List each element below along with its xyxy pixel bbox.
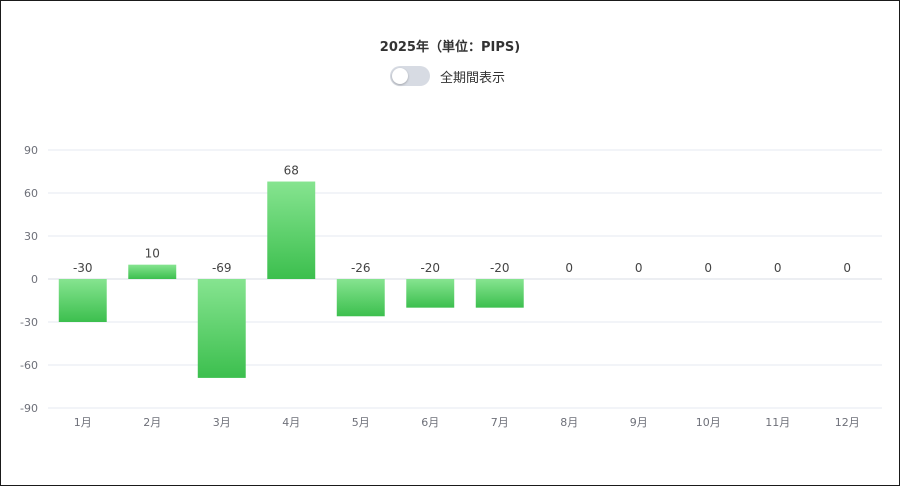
x-axis-ticks: 1月 2月 3月 4月 5月 6月 7月 8月 9月 10月 11月 12月 — [74, 416, 860, 429]
x-tick-label: 12月 — [835, 416, 860, 429]
y-tick-label: 90 — [24, 144, 38, 157]
data-label: -30 — [73, 261, 93, 275]
bar-chart: 90 60 30 0 -30 -60 -90 -30 10 -69 68 -26 -20 -20 0 0 0 0… — [20, 144, 882, 429]
y-tick-label: 60 — [24, 187, 38, 200]
x-tick-label: 5月 — [352, 416, 370, 429]
y-tick-label: 0 — [31, 273, 38, 286]
y-tick-label: -30 — [20, 316, 38, 329]
data-label: 0 — [774, 261, 782, 275]
data-label: 0 — [704, 261, 712, 275]
y-tick-label: -60 — [20, 359, 38, 372]
x-tick-label: 4月 — [282, 416, 300, 429]
data-label: 10 — [145, 247, 160, 261]
x-tick-label: 2月 — [143, 416, 161, 429]
bar-7[interactable] — [475, 279, 524, 308]
data-label: -26 — [351, 261, 371, 275]
bar-2[interactable] — [128, 264, 177, 279]
x-tick-label: 1月 — [74, 416, 92, 429]
x-tick-label: 9月 — [630, 416, 648, 429]
y-tick-label: 30 — [24, 230, 38, 243]
data-label: 0 — [565, 261, 573, 275]
data-label: -69 — [212, 261, 232, 275]
x-tick-label: 8月 — [560, 416, 578, 429]
data-label: -20 — [490, 261, 510, 275]
data-label: 68 — [284, 164, 299, 178]
bar-1[interactable] — [58, 279, 107, 322]
data-labels: -30 10 -69 68 -26 -20 -20 0 0 0 0 0 — [73, 164, 851, 275]
y-tick-label: -90 — [20, 402, 38, 415]
x-tick-label: 7月 — [491, 416, 509, 429]
data-label: 0 — [635, 261, 643, 275]
y-axis-ticks: 90 60 30 0 -30 -60 -90 — [20, 144, 38, 415]
data-label: 0 — [843, 261, 851, 275]
x-tick-label: 6月 — [421, 416, 439, 429]
x-tick-label: 11月 — [765, 416, 790, 429]
bars — [58, 181, 524, 378]
bar-5[interactable] — [336, 279, 385, 317]
bar-6[interactable] — [406, 279, 455, 308]
bar-4[interactable] — [267, 181, 316, 279]
x-tick-label: 3月 — [213, 416, 231, 429]
bar-3[interactable] — [197, 279, 246, 378]
x-tick-label: 10月 — [696, 416, 721, 429]
data-label: -20 — [420, 261, 440, 275]
